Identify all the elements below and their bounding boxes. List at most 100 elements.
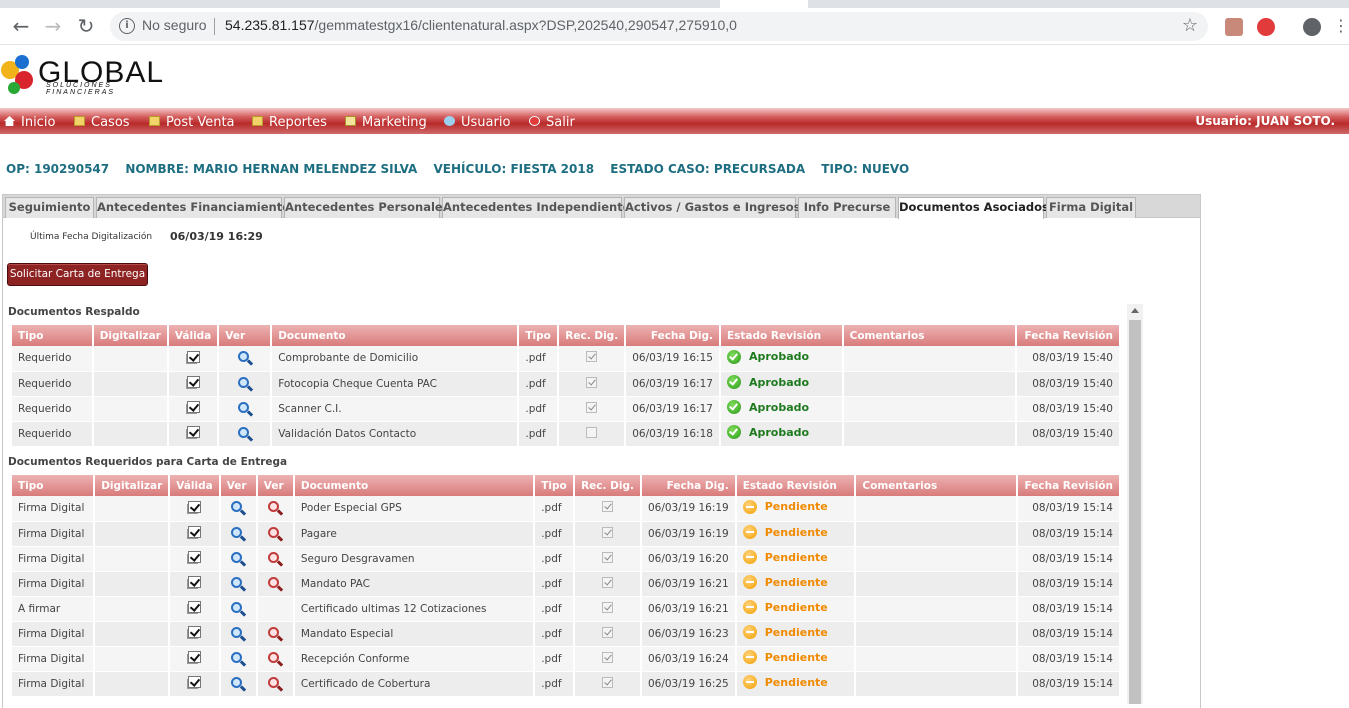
valid-checkbox[interactable] <box>188 651 202 663</box>
col-header[interactable]: Fecha Dig. <box>625 325 721 346</box>
pdf-extension-icon[interactable] <box>1225 18 1243 36</box>
tab-documentos-asociados[interactable]: Documentos Asociados <box>898 197 1049 219</box>
view-signed-icon[interactable] <box>267 676 284 692</box>
valid-checkbox[interactable] <box>188 576 202 588</box>
col-header[interactable]: Digitalizar <box>92 325 169 346</box>
col-header[interactable]: Ver <box>218 325 273 346</box>
tab-firma-digital[interactable]: Firma Digital <box>1046 197 1136 218</box>
table-cell <box>94 546 171 572</box>
col-header[interactable]: Válida <box>169 475 221 496</box>
reload-icon[interactable]: ↻ <box>73 14 99 40</box>
view-document-icon[interactable] <box>230 551 247 567</box>
table-scrollbar[interactable] <box>1127 304 1143 704</box>
view-signed-icon[interactable] <box>267 576 284 592</box>
valid-checkbox[interactable] <box>188 551 202 563</box>
view-document-icon[interactable] <box>230 626 247 642</box>
table-row: Requerido Validación Datos Contacto .pdf 06… <box>12 421 1121 447</box>
info-icon[interactable]: i <box>119 18 135 34</box>
col-header[interactable]: Fecha Revisión <box>1016 325 1121 346</box>
table-cell <box>842 421 1018 447</box>
menu-item-post-venta[interactable]: Post Venta <box>149 115 235 130</box>
col-header[interactable]: Estado Revisión <box>735 475 857 496</box>
col-header[interactable]: Tipo <box>518 325 560 346</box>
view-document-icon[interactable] <box>237 401 253 417</box>
menu-item-marketing[interactable]: Marketing <box>345 115 427 130</box>
view-signed-icon[interactable] <box>267 626 284 642</box>
col-header[interactable]: Digitalizar <box>94 475 171 496</box>
tab-antecedentes-financiamiento[interactable]: Antecedentes Financiamiento <box>96 197 290 218</box>
valid-checkbox[interactable] <box>188 500 202 513</box>
table-cell <box>167 346 220 372</box>
menu-item-casos[interactable]: Casos <box>74 115 130 130</box>
valid-checkbox[interactable] <box>188 526 202 538</box>
view-signed-icon[interactable] <box>267 651 284 667</box>
table-cell <box>574 546 642 572</box>
view-document-icon[interactable] <box>237 350 253 366</box>
col-header[interactable]: Tipo <box>12 475 96 496</box>
tab-seguimiento[interactable]: Seguimiento <box>5 197 94 218</box>
address-bar[interactable]: i No seguro 54.235.81.157/gemmatestgx16/… <box>110 12 1208 41</box>
scroll-thumb[interactable] <box>1129 320 1141 704</box>
valid-checkbox[interactable] <box>186 426 200 438</box>
view-signed-icon[interactable] <box>267 551 284 567</box>
col-header[interactable]: Ver <box>219 475 258 496</box>
col-header[interactable]: Válida <box>167 325 220 346</box>
col-header[interactable]: Ver <box>256 475 295 496</box>
view-signed-icon[interactable] <box>267 500 284 516</box>
url-text[interactable]: 54.235.81.157/gemmatestgx16/clientenatur… <box>225 17 737 33</box>
col-header[interactable]: Estado Revisión <box>719 325 844 346</box>
browser-menu-icon[interactable]: ⋮ <box>1333 14 1349 40</box>
valid-checkbox[interactable] <box>188 626 202 638</box>
valid-checkbox[interactable] <box>186 401 200 413</box>
tab-antecedentes-independiente[interactable]: Antecedentes Independiente <box>442 197 631 218</box>
view-document-icon[interactable] <box>230 676 247 692</box>
table-cell <box>169 621 221 647</box>
back-icon[interactable]: ← <box>8 14 34 40</box>
scroll-up-icon[interactable] <box>1131 308 1139 313</box>
col-header[interactable]: Documento <box>293 475 536 496</box>
col-header[interactable]: Rec. Dig. <box>574 475 642 496</box>
account-icon[interactable] <box>1303 18 1321 36</box>
solicitar-carta-button[interactable]: Solicitar Carta de Entrega <box>7 263 148 286</box>
valid-checkbox[interactable] <box>186 350 200 363</box>
bookmark-star-icon[interactable]: ☆ <box>1182 15 1198 36</box>
tab-activos-gastos-ingresos[interactable]: Activos / Gastos e Ingresos <box>624 197 800 218</box>
extension-icon[interactable] <box>1257 18 1275 36</box>
valid-checkbox[interactable] <box>188 676 202 688</box>
cell-text: Recepción Conforme <box>300 652 410 665</box>
valid-checkbox[interactable] <box>188 601 202 613</box>
menu-item-usuario[interactable]: Usuario <box>444 115 510 130</box>
forward-icon[interactable]: → <box>40 14 66 40</box>
col-header[interactable]: Comentarios <box>842 325 1018 346</box>
pending-icon <box>742 550 757 564</box>
view-document-icon[interactable] <box>230 576 247 592</box>
table-cell <box>855 621 1019 647</box>
col-header[interactable]: Comentarios <box>855 475 1019 496</box>
view-document-icon[interactable] <box>230 651 247 667</box>
view-document-icon[interactable] <box>237 426 253 442</box>
view-signed-icon[interactable] <box>267 526 284 542</box>
table-cell: .pdf <box>534 671 576 697</box>
tab-antecedentes-personales[interactable]: Antecedentes Personales <box>284 197 450 218</box>
tab-info-precurse[interactable]: Info Precurse <box>798 197 896 218</box>
cell-text: Firma Digital <box>18 652 85 665</box>
view-document-icon[interactable] <box>230 526 247 542</box>
cell-text: .pdf <box>525 377 546 390</box>
col-header[interactable]: Tipo <box>12 325 94 346</box>
valid-checkbox[interactable] <box>186 376 200 388</box>
table-cell <box>558 396 627 422</box>
menu-item-inicio[interactable]: Inicio <box>4 115 55 130</box>
col-header[interactable]: Fecha Dig. <box>640 475 737 496</box>
cell-text: .pdf <box>541 577 562 590</box>
browser-tab[interactable] <box>720 0 808 8</box>
col-header[interactable]: Tipo <box>534 475 576 496</box>
view-document-icon[interactable] <box>230 500 247 516</box>
view-document-icon[interactable] <box>237 376 253 392</box>
menu-item-reportes[interactable]: Reportes <box>252 115 327 130</box>
col-header[interactable]: Fecha Revisión <box>1017 475 1121 496</box>
global-logo[interactable]: GLOBAL SOLUCIONES FINANCIERAS <box>0 48 175 106</box>
view-document-icon[interactable] <box>230 601 247 617</box>
menu-item-salir[interactable]: Salir <box>529 115 575 130</box>
col-header[interactable]: Documento <box>271 325 520 346</box>
col-header[interactable]: Rec. Dig. <box>558 325 627 346</box>
